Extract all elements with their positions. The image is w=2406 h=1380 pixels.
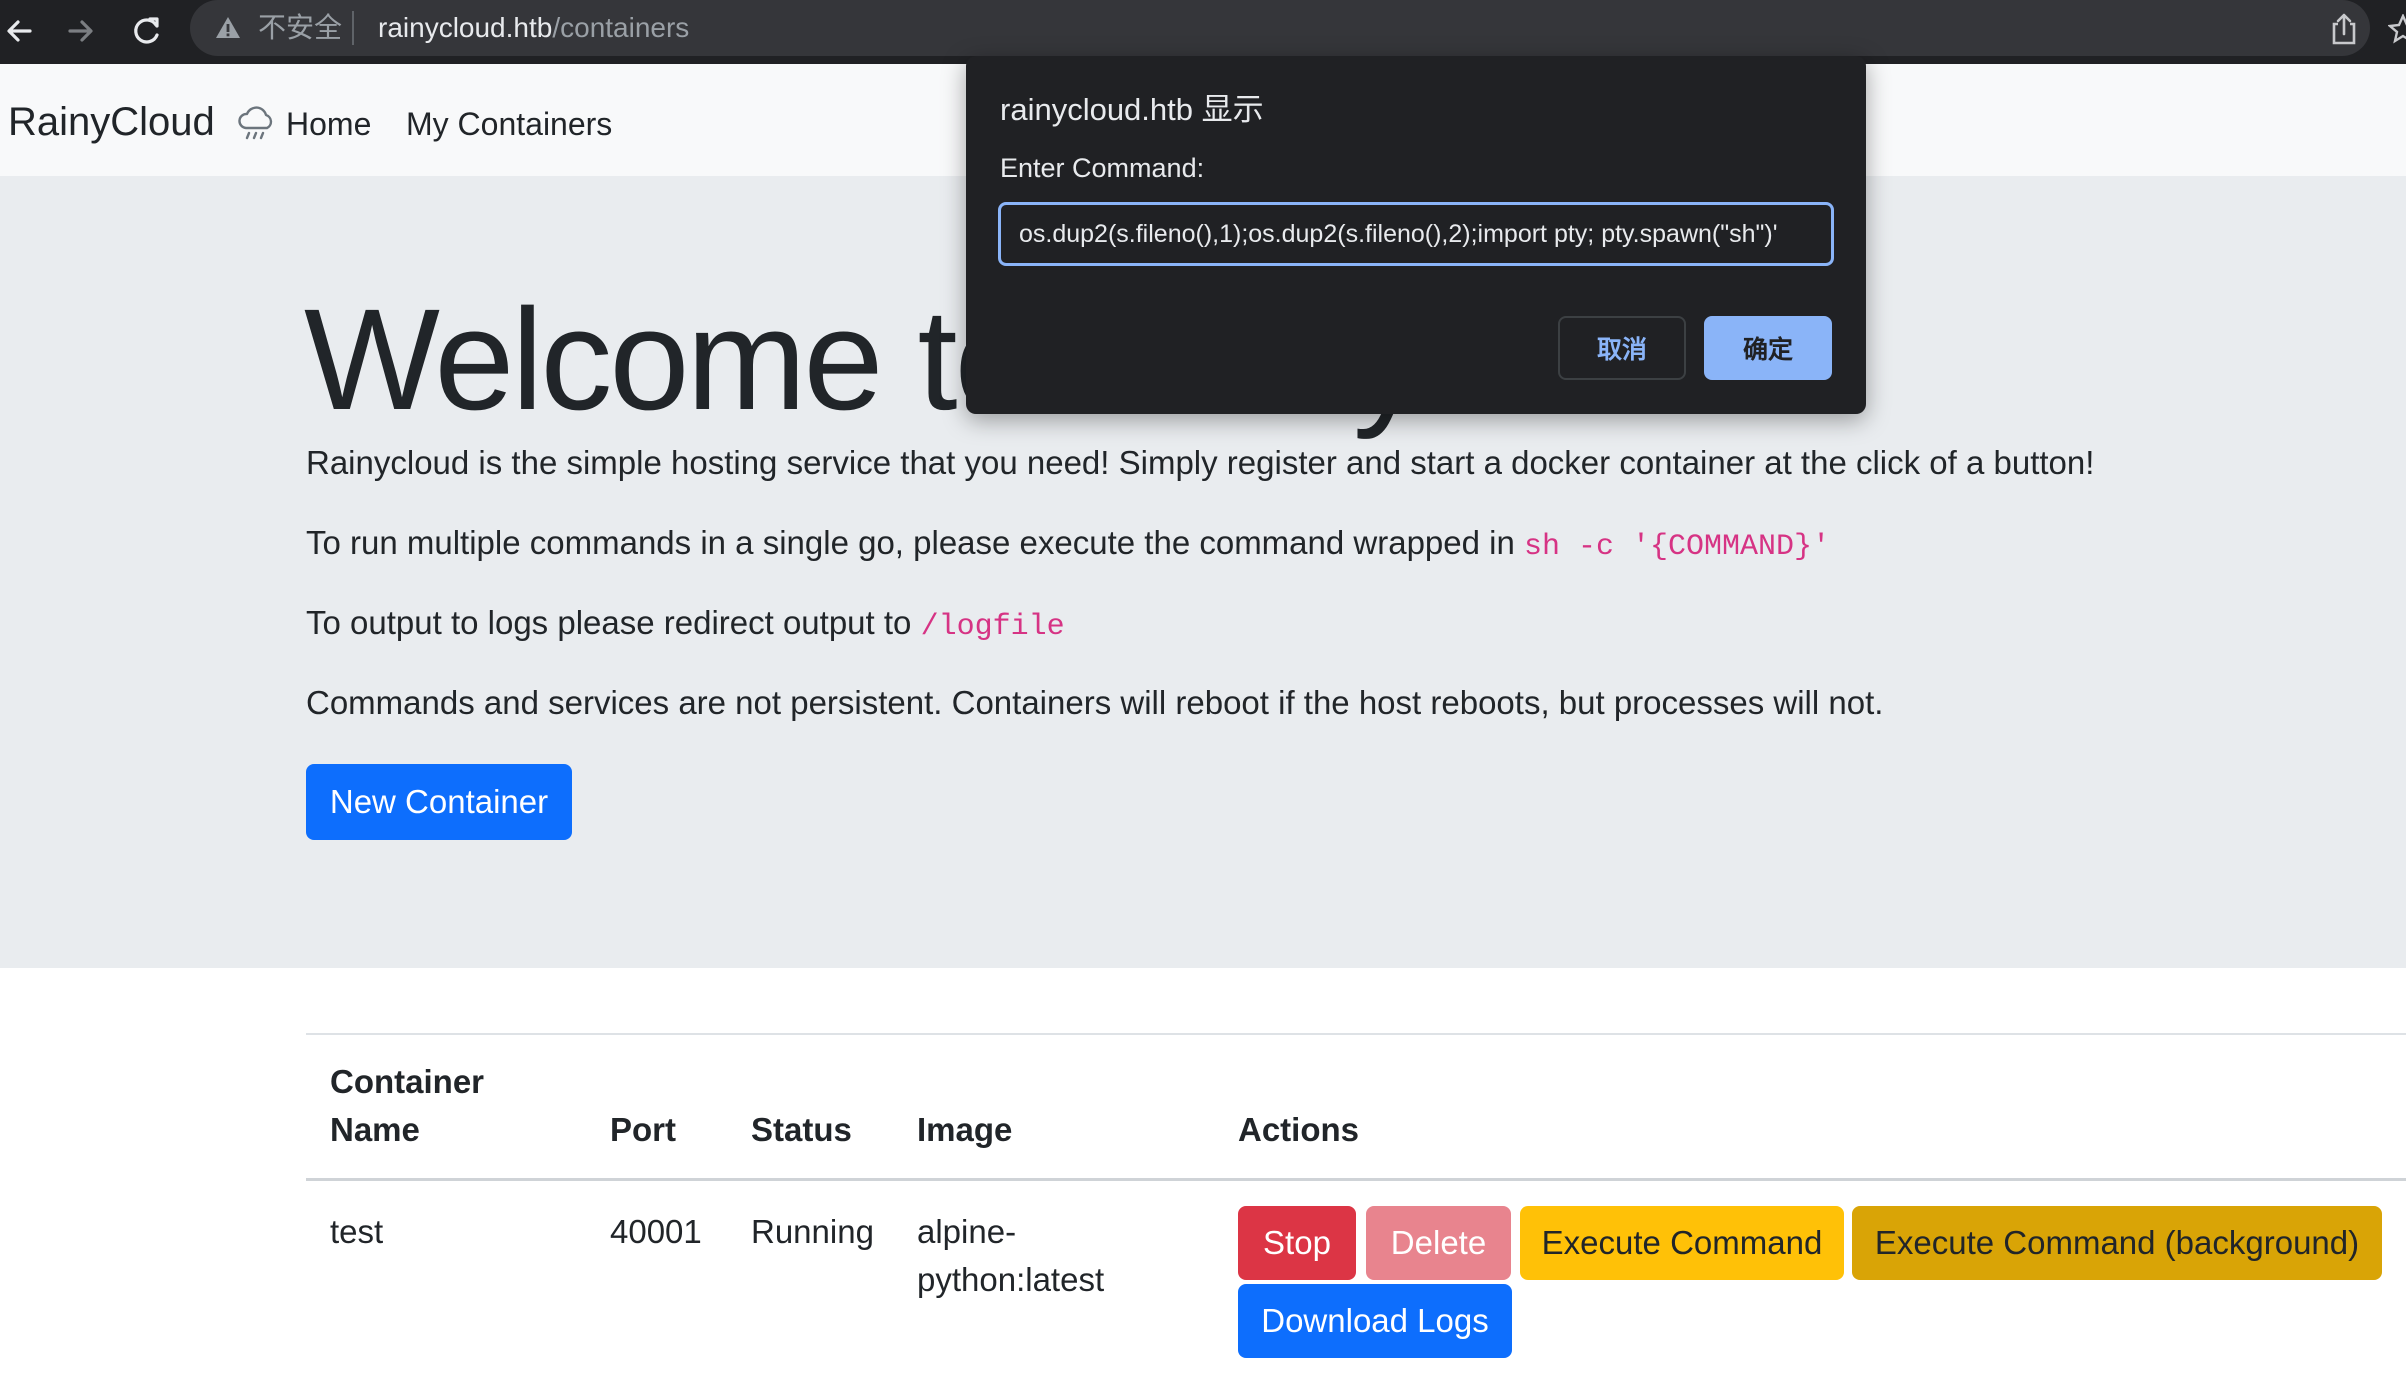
url-text: rainycloud.htb/containers [378,12,690,43]
nav-link-home[interactable]: Home [286,104,371,144]
ok-button[interactable]: 确定 [1704,316,1832,380]
prompt-dialog: rainycloud.htb 显示 Enter Command: 取消 确定 [966,56,1866,414]
header-port: Port [610,1111,676,1148]
warning-icon[interactable] [214,14,242,42]
back-arrow-icon[interactable] [0,8,46,54]
brand-logo-text[interactable]: RainyCloud [8,98,215,146]
cell-image: alpine-python:latest [917,1213,1105,1298]
share-icon[interactable] [2328,12,2360,46]
dialog-title: rainycloud.htb 显示 [1000,92,1264,127]
intro-text: Rainycloud is the simple hosting service… [306,444,2095,481]
cell-container-name: test [330,1213,384,1250]
cell-status: Running [751,1213,874,1250]
command-wrapper-code: sh -c '{COMMAND}' [1524,530,1831,564]
persistence-text: Commands and services are not persistent… [306,684,1884,721]
browser-toolbar: 不安全 rainycloud.htb/containers [0,0,2406,64]
stop-button[interactable]: Stop [1238,1206,1356,1280]
logs-text: To output to logs please redirect output… [306,604,1065,644]
multi-command-text: To run multiple commands in a single go,… [306,524,1831,564]
header-image: Image [917,1111,1013,1148]
header-status: Status [751,1111,852,1148]
download-logs-button[interactable]: Download Logs [1238,1284,1512,1358]
insecure-label: 不安全 [258,12,343,43]
nav-link-my-containers[interactable]: My Containers [406,104,612,144]
header-actions: Actions [1238,1111,1360,1148]
dialog-message: Enter Command: [1000,153,1205,183]
table-header-border [306,1178,2406,1181]
forward-arrow-icon[interactable] [60,8,106,54]
delete-button[interactable]: Delete [1366,1206,1511,1280]
execute-command-background-button[interactable]: Execute Command (background) [1852,1206,2382,1280]
header-container-name: Container Name [330,1063,485,1148]
reload-icon[interactable] [124,8,170,54]
cancel-button[interactable]: 取消 [1558,316,1686,380]
cell-port: 40001 [610,1213,702,1250]
execute-command-button[interactable]: Execute Command [1520,1206,1844,1280]
bookmark-star-icon[interactable] [2388,14,2406,44]
cloud-rain-icon [238,106,273,140]
new-container-button[interactable]: New Container [306,764,572,840]
table-top-border [306,1033,2406,1035]
url-divider [352,11,354,45]
logfile-path-code: /logfile [920,610,1065,644]
address-bar[interactable]: 不安全 rainycloud.htb/containers [190,0,2370,56]
command-input[interactable] [998,202,1834,266]
